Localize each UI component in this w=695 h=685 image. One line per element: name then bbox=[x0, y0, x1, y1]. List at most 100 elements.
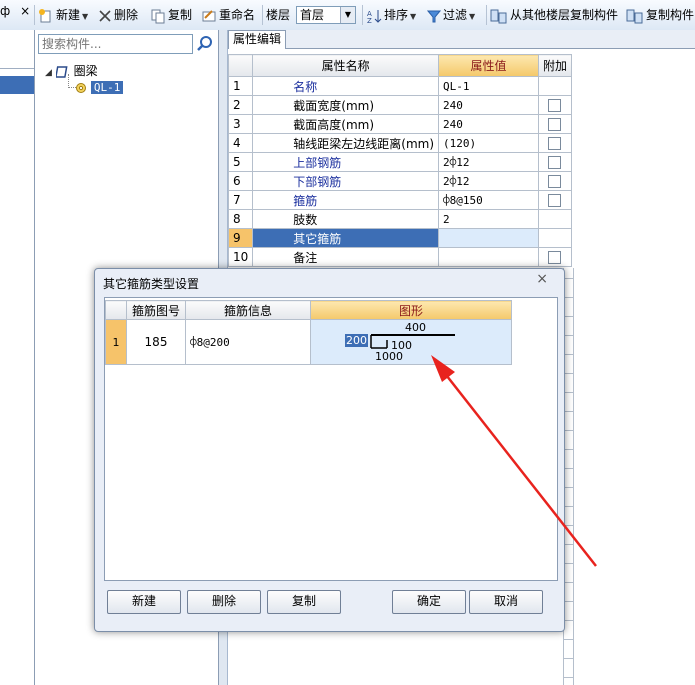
property-extra-cell bbox=[537, 209, 573, 229]
property-extra-cell bbox=[537, 133, 573, 153]
property-value-cell[interactable]: (120) bbox=[438, 133, 539, 153]
copy-from-floor-button[interactable]: 从其他楼层复制构件 bbox=[490, 6, 618, 24]
header-corner bbox=[227, 54, 254, 77]
search-input[interactable] bbox=[38, 34, 193, 54]
close-icon[interactable]: × bbox=[536, 271, 548, 287]
extra-checkbox[interactable] bbox=[548, 194, 562, 207]
search-button[interactable] bbox=[195, 34, 215, 54]
stirrup-shape-cell[interactable]: 400 200 100 1000 bbox=[310, 319, 512, 365]
shape-dim-left[interactable]: 200 bbox=[345, 334, 368, 347]
header-extra: 附加 bbox=[537, 54, 573, 77]
left-nav-selected-item[interactable] bbox=[0, 76, 34, 94]
stirrup-header-info: 箍筋信息 bbox=[185, 300, 311, 320]
property-row-number: 3 bbox=[227, 114, 254, 134]
extra-checkbox[interactable] bbox=[548, 99, 562, 112]
property-value-cell[interactable]: 240 bbox=[438, 95, 539, 115]
dialog-delete-button[interactable]: 删除 bbox=[187, 590, 261, 614]
property-value-cell[interactable] bbox=[438, 247, 539, 267]
tree-root-label: 圈梁 bbox=[73, 64, 98, 78]
tree-node-ring-beam[interactable]: ◢ 圈梁 bbox=[45, 63, 98, 79]
property-value-cell[interactable]: 240 bbox=[438, 114, 539, 134]
tab-strip: 属性编辑 bbox=[228, 30, 695, 49]
extra-checkbox[interactable] bbox=[548, 175, 562, 188]
dialog-new-button[interactable]: 新建 bbox=[107, 590, 181, 614]
property-row-number: 5 bbox=[227, 152, 254, 172]
copy-icon bbox=[151, 9, 165, 23]
panel-header-controls: ф × bbox=[0, 2, 34, 24]
sort-button[interactable]: A Z 排序 ▼ bbox=[366, 6, 416, 24]
property-value-cell[interactable] bbox=[438, 228, 539, 248]
property-row[interactable]: 1 名称 QL-1 bbox=[227, 76, 573, 96]
property-name-cell: 上部钢筋 bbox=[252, 152, 440, 172]
property-value-cell[interactable]: 2⌽12 bbox=[438, 171, 539, 191]
property-name-cell: 备注 bbox=[252, 247, 440, 267]
property-row-number: 7 bbox=[227, 190, 254, 210]
property-row-number: 8 bbox=[227, 209, 254, 229]
property-row[interactable]: 7 箍筋 ⌽8@150 bbox=[227, 190, 573, 210]
rename-button[interactable]: 重命名 bbox=[201, 6, 255, 24]
delete-button[interactable]: 删除 bbox=[98, 6, 138, 24]
header-property-value: 属性值 bbox=[438, 54, 539, 77]
property-name-cell: 其它箍筋 bbox=[252, 228, 440, 248]
property-value-cell[interactable]: QL-1 bbox=[438, 76, 539, 96]
property-extra-cell bbox=[537, 95, 573, 115]
new-button[interactable]: 新建 ▼ bbox=[38, 6, 88, 24]
dialog-title: 其它箍筋类型设置 bbox=[103, 277, 200, 291]
property-value-cell[interactable]: ⌽8@150 bbox=[438, 190, 539, 210]
pin-icon[interactable]: ф bbox=[0, 4, 10, 18]
svg-text:Z: Z bbox=[367, 17, 372, 24]
property-extra-cell bbox=[537, 247, 573, 267]
property-row[interactable]: 4 轴线距梁左边线距离(mm) (120) bbox=[227, 133, 573, 153]
property-extra-cell bbox=[537, 190, 573, 210]
extra-checkbox[interactable] bbox=[548, 251, 562, 264]
property-value-cell[interactable]: 2⌽12 bbox=[438, 152, 539, 172]
property-grid: 属性名称 属性值 附加 1 名称 QL-1 2 截面宽度(mm) 240 3 截面高度(mm)… bbox=[227, 54, 573, 267]
property-row-number: 9 bbox=[227, 228, 254, 248]
property-row[interactable]: 9 其它箍筋 bbox=[227, 228, 573, 248]
main-toolbar: ф × 新建 ▼ 删除 复制 重命名 楼层 首层 ▼ A Z 排序 ▼ 过滤 ▼… bbox=[0, 0, 695, 31]
floor-select[interactable]: 首层 ▼ bbox=[296, 6, 356, 24]
property-row-number: 6 bbox=[227, 171, 254, 191]
extra-checkbox[interactable] bbox=[548, 137, 562, 150]
stirrup-table-area: 箍筋图号 箍筋信息 图形 1 185 ⌽8@200 400 200 100 10… bbox=[104, 297, 558, 581]
dialog-copy-button[interactable]: 复制 bbox=[267, 590, 341, 614]
collapse-triangle-icon[interactable]: ◢ bbox=[45, 68, 52, 78]
new-icon bbox=[39, 8, 51, 22]
property-row[interactable]: 3 截面高度(mm) 240 bbox=[227, 114, 573, 134]
shape-dim-bottom[interactable]: 1000 bbox=[375, 350, 403, 363]
filter-button[interactable]: 过滤 ▼ bbox=[427, 6, 475, 24]
copy-button[interactable]: 复制 bbox=[150, 6, 192, 24]
stirrup-row[interactable]: 1 185 ⌽8@200 400 200 100 1000 bbox=[105, 319, 512, 365]
chevron-down-icon: ▼ bbox=[340, 7, 355, 23]
dialog-cancel-button[interactable]: 取消 bbox=[469, 590, 543, 614]
filter-icon bbox=[427, 10, 441, 22]
property-grid-header: 属性名称 属性值 附加 bbox=[227, 54, 573, 77]
property-row[interactable]: 10 备注 bbox=[227, 247, 573, 267]
property-row[interactable]: 6 下部钢筋 2⌽12 bbox=[227, 171, 573, 191]
property-extra-cell bbox=[537, 114, 573, 134]
left-nav-strip bbox=[0, 30, 35, 685]
property-row[interactable]: 5 上部钢筋 2⌽12 bbox=[227, 152, 573, 172]
property-name-cell: 箍筋 bbox=[252, 190, 440, 210]
close-icon[interactable]: × bbox=[20, 4, 30, 18]
gear-icon bbox=[76, 82, 86, 93]
extra-checkbox[interactable] bbox=[548, 156, 562, 169]
floor-value: 首层 bbox=[300, 8, 325, 22]
tree-child-label: QL-1 bbox=[90, 81, 124, 94]
tree-node-ql-1[interactable]: QL-1 bbox=[75, 79, 124, 95]
copy-floor-icon bbox=[490, 9, 507, 23]
floor-label: 楼层 bbox=[266, 8, 291, 22]
property-row[interactable]: 2 截面宽度(mm) 240 bbox=[227, 95, 573, 115]
property-extra-cell bbox=[537, 228, 573, 248]
stirrup-info-cell[interactable]: ⌽8@200 bbox=[185, 319, 311, 365]
dialog-ok-button[interactable]: 确定 bbox=[392, 590, 466, 614]
copy-component-button[interactable]: 复制构件 bbox=[626, 6, 694, 24]
header-property-name: 属性名称 bbox=[252, 54, 440, 77]
property-value-cell[interactable]: 2 bbox=[438, 209, 539, 229]
property-row[interactable]: 8 肢数 2 bbox=[227, 209, 573, 229]
extra-checkbox[interactable] bbox=[548, 118, 562, 131]
stirrup-code-cell[interactable]: 185 bbox=[126, 319, 186, 365]
tab-property-edit[interactable]: 属性编辑 bbox=[228, 30, 286, 49]
property-extra-cell bbox=[537, 76, 573, 96]
search-icon bbox=[197, 36, 212, 51]
